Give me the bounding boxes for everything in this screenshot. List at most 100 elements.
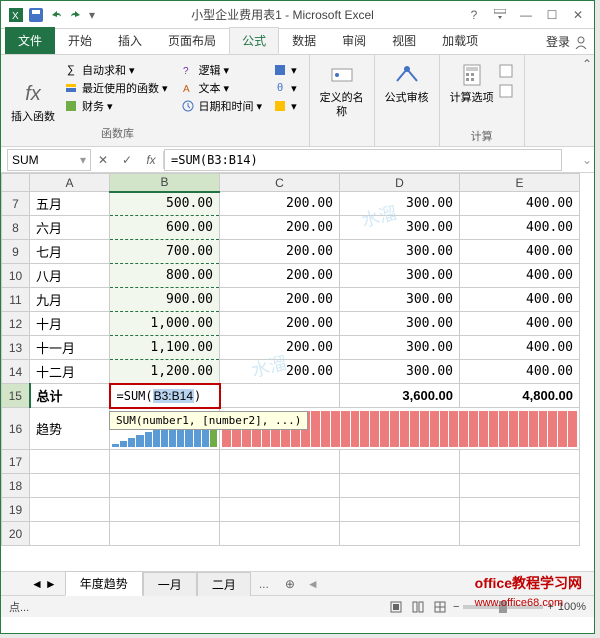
lookup-button[interactable]: ▾ — [272, 61, 297, 79]
cell-value[interactable]: 1,200.00 — [110, 360, 220, 384]
cell-value[interactable]: 200.00 — [220, 240, 340, 264]
recent-functions-button[interactable]: 最近使用的函数 ▾ — [63, 79, 168, 97]
save-icon[interactable] — [27, 6, 45, 24]
row-header[interactable]: 13 — [2, 336, 30, 360]
tab-file[interactable]: 文件 — [5, 27, 55, 54]
cell-value[interactable]: 500.00 — [110, 192, 220, 216]
cell-value[interactable]: 4,800.00 — [460, 384, 580, 408]
cell-value[interactable]: 400.00 — [460, 264, 580, 288]
row-header[interactable]: 18 — [2, 474, 30, 498]
cell-label[interactable]: 十一月 — [30, 336, 110, 360]
cell-empty[interactable] — [460, 522, 580, 546]
cell-value[interactable] — [220, 384, 340, 408]
cell-trend-label[interactable]: 趋势 — [30, 408, 110, 450]
excel-icon[interactable]: X — [7, 6, 25, 24]
cell-value[interactable]: 400.00 — [460, 240, 580, 264]
cell-value[interactable]: 200.00 — [220, 360, 340, 384]
sheet-tab-more[interactable]: ... — [251, 574, 277, 594]
cell-label[interactable]: 七月 — [30, 240, 110, 264]
sheet-tab-annual[interactable]: 年度趋势 — [65, 571, 143, 596]
col-header-B[interactable]: B — [110, 174, 220, 192]
sheet-tab-scroll-icon[interactable]: ◄ — [307, 577, 319, 591]
cell-value[interactable]: 400.00 — [460, 192, 580, 216]
tab-addins[interactable]: 加载项 — [429, 27, 491, 54]
sheet-nav-prev-icon[interactable]: ◄ — [31, 577, 43, 591]
cell-active-formula[interactable]: =SUM(B3:B14) — [110, 384, 220, 408]
sheet-tab-jan[interactable]: 一月 — [143, 572, 197, 596]
minimize-icon[interactable]: — — [514, 5, 538, 25]
tab-home[interactable]: 开始 — [55, 27, 105, 54]
row-header[interactable]: 10 — [2, 264, 30, 288]
user-icon[interactable] — [574, 35, 588, 49]
cell-value[interactable]: 800.00 — [110, 264, 220, 288]
cell-empty[interactable] — [340, 498, 460, 522]
cell-value[interactable]: 700.00 — [110, 240, 220, 264]
calc-sheet-icon[interactable] — [498, 83, 514, 99]
cell-value[interactable]: 200.00 — [220, 336, 340, 360]
cell-empty[interactable] — [30, 498, 110, 522]
cell-label[interactable]: 十二月 — [30, 360, 110, 384]
cell-empty[interactable] — [110, 498, 220, 522]
row-header[interactable]: 11 — [2, 288, 30, 312]
row-header[interactable]: 7 — [2, 192, 30, 216]
cell-value[interactable]: 300.00 — [340, 216, 460, 240]
cell-empty[interactable] — [460, 474, 580, 498]
cell-empty[interactable] — [110, 450, 220, 474]
sheet-tab-feb[interactable]: 二月 — [197, 572, 251, 596]
zoom-out-icon[interactable]: − — [453, 601, 459, 613]
cell-empty[interactable] — [460, 498, 580, 522]
datetime-button[interactable]: 日期和时间 ▾ — [180, 97, 263, 115]
cell-value[interactable]: 300.00 — [340, 312, 460, 336]
cell-value[interactable]: 400.00 — [460, 312, 580, 336]
financial-button[interactable]: 财务 ▾ — [63, 97, 168, 115]
cell-label[interactable]: 九月 — [30, 288, 110, 312]
cell-empty[interactable] — [30, 450, 110, 474]
cell-empty[interactable] — [220, 498, 340, 522]
fx-icon[interactable]: fx — [139, 149, 163, 171]
sheet-nav-next-icon[interactable]: ► — [45, 577, 57, 591]
close-icon[interactable]: ✕ — [566, 5, 590, 25]
maximize-icon[interactable]: ☐ — [540, 5, 564, 25]
insert-function-button[interactable]: fx 插入函数 — [9, 59, 57, 144]
cell-empty[interactable] — [110, 474, 220, 498]
cell-value[interactable]: 300.00 — [340, 336, 460, 360]
row-header[interactable]: 20 — [2, 522, 30, 546]
cell-value[interactable]: 300.00 — [340, 192, 460, 216]
row-header[interactable]: 16 — [2, 408, 30, 450]
cell-value[interactable]: 200.00 — [220, 216, 340, 240]
page-break-view-icon[interactable] — [431, 598, 449, 616]
formula-auditing-button[interactable]: 公式审核 — [383, 59, 431, 105]
cell-empty[interactable] — [340, 450, 460, 474]
cell-empty[interactable] — [460, 450, 580, 474]
cell-empty[interactable] — [220, 522, 340, 546]
name-box[interactable]: SUM▾ — [7, 149, 91, 171]
cell-value[interactable]: 300.00 — [340, 360, 460, 384]
row-header[interactable]: 19 — [2, 498, 30, 522]
cell-label[interactable]: 六月 — [30, 216, 110, 240]
expand-formula-bar-icon[interactable]: ⌄ — [580, 153, 594, 167]
cell-label[interactable]: 十月 — [30, 312, 110, 336]
col-header-A[interactable]: A — [30, 174, 110, 192]
logical-button[interactable]: ?逻辑 ▾ — [180, 61, 263, 79]
cancel-formula-icon[interactable]: ✕ — [91, 149, 115, 171]
cell-label[interactable]: 五月 — [30, 192, 110, 216]
math-button[interactable]: θ▾ — [272, 79, 297, 97]
cell-value[interactable]: 400.00 — [460, 360, 580, 384]
cell-value[interactable]: 200.00 — [220, 288, 340, 312]
tab-review[interactable]: 审阅 — [329, 27, 379, 54]
cell-empty[interactable] — [30, 474, 110, 498]
cell-value[interactable]: 600.00 — [110, 216, 220, 240]
undo-icon[interactable] — [47, 6, 65, 24]
cell-label[interactable]: 八月 — [30, 264, 110, 288]
cell-total-label[interactable]: 总计 — [30, 384, 110, 408]
accept-formula-icon[interactable]: ✓ — [115, 149, 139, 171]
col-header-C[interactable]: C — [220, 174, 340, 192]
tab-view[interactable]: 视图 — [379, 27, 429, 54]
tab-data[interactable]: 数据 — [279, 27, 329, 54]
row-header[interactable]: 8 — [2, 216, 30, 240]
select-all-button[interactable] — [2, 174, 30, 192]
cell-value[interactable]: 1,000.00 — [110, 312, 220, 336]
page-layout-view-icon[interactable] — [409, 598, 427, 616]
defined-names-button[interactable]: 定义的名称 — [318, 59, 366, 120]
login-link[interactable]: 登录 — [546, 33, 570, 50]
